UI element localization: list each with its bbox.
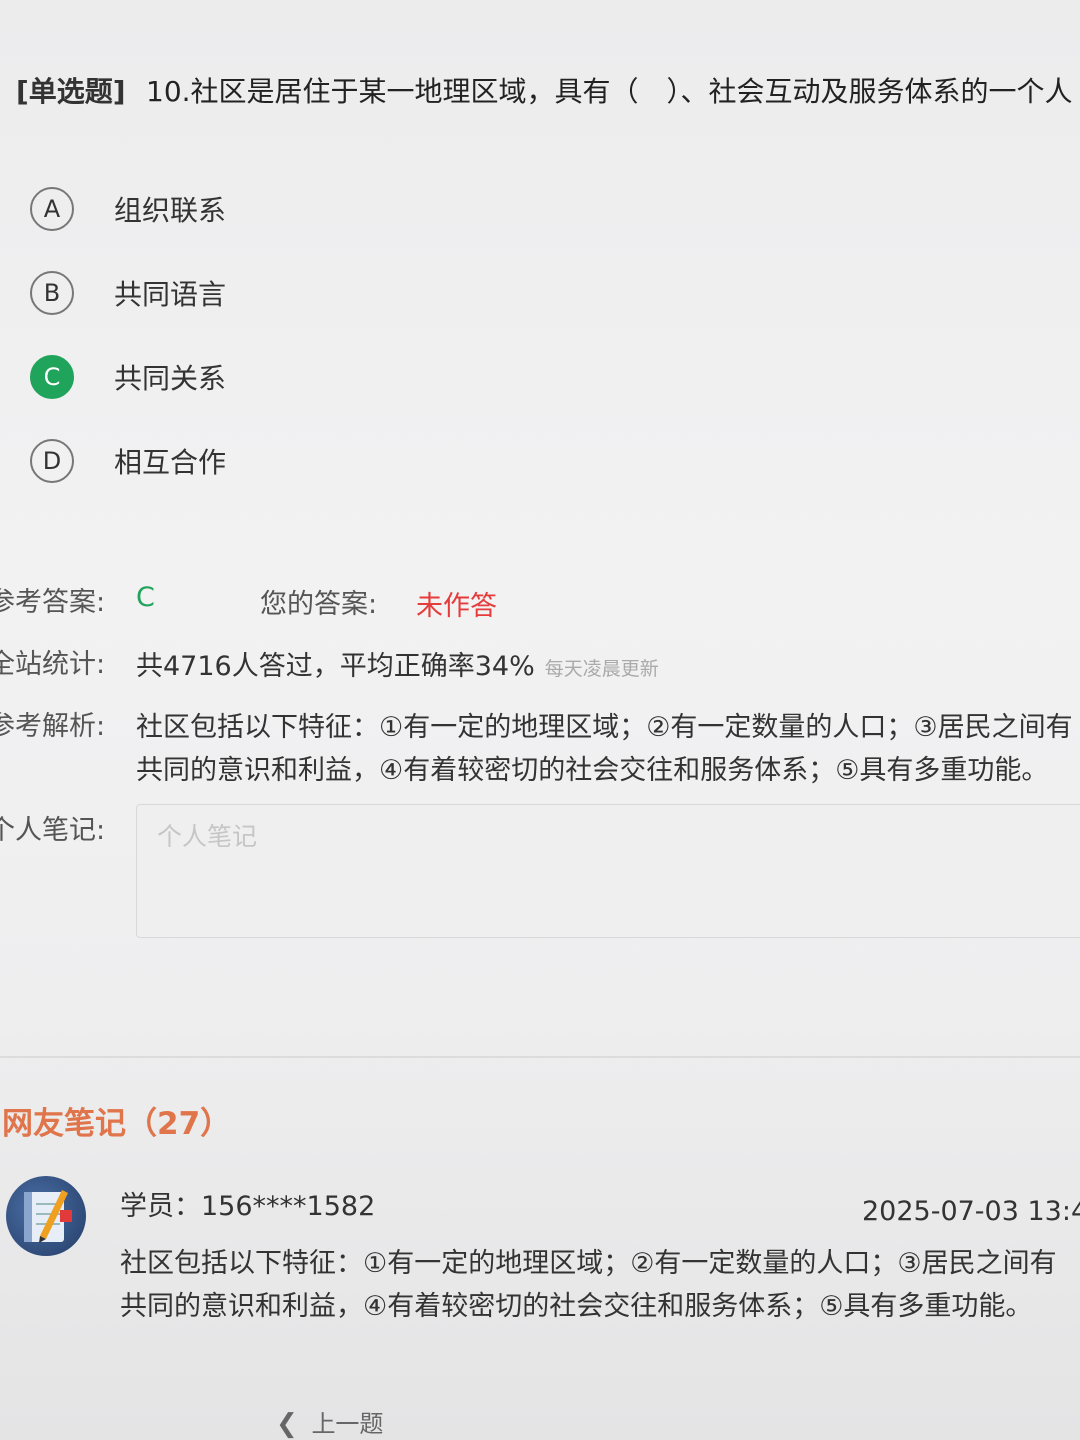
option-c-text: 共同关系 <box>114 362 227 395</box>
question-text: 10.社区是居住于某一地理区域，具有（ ）、社会互动及服务体系的一个人 <box>146 75 1073 108</box>
option-c[interactable]: C 共同关系 <box>30 352 226 402</box>
chevron-left-icon: ❮ <box>276 1409 298 1439</box>
personal-notes-input[interactable] <box>136 804 1080 938</box>
site-stats-label: 全站统计: <box>0 649 106 680</box>
note-timestamp: 2025-07-03 13:4 <box>862 1196 1080 1227</box>
reference-answer-label: 参考答案: <box>0 587 106 618</box>
option-d-text: 相互合作 <box>114 446 227 479</box>
option-a-text: 组织联系 <box>114 194 227 227</box>
your-answer-label: 您的答案: <box>260 589 378 620</box>
prev-question-label: 上一题 <box>311 1410 384 1438</box>
personal-notes-label: 个人笔记: <box>0 815 106 846</box>
note-author: 学员：156****1582 <box>120 1191 376 1222</box>
question-type-label: [单选题] <box>16 75 126 108</box>
analysis-text: 社区包括以下特征：①有一定的地理区域；②有一定数量的人口；③居民之间有共同的意识… <box>136 712 1073 786</box>
friends-notes-title: 网友笔记（27） <box>2 1106 232 1142</box>
option-b[interactable]: B 共同语言 <box>30 268 226 318</box>
analysis-label: 参考解析: <box>0 711 106 742</box>
site-stats-text: 共4716人答过，平均正确率34% <box>136 651 535 682</box>
avatar[interactable] <box>6 1176 86 1256</box>
your-answer-value: 未作答 <box>416 591 497 622</box>
site-stats: 共4716人答过，平均正确率34% 每天凌晨更新 <box>136 644 659 683</box>
prev-question-button[interactable]: ❮ 上一题 <box>276 1404 383 1439</box>
option-b-text: 共同语言 <box>114 278 227 311</box>
section-divider <box>0 1056 1080 1058</box>
option-b-letter: B <box>30 271 74 315</box>
option-a-letter: A <box>30 187 74 231</box>
option-c-letter: C <box>30 355 74 399</box>
note-text: 社区包括以下特征：①有一定的地理区域；②有一定数量的人口；③居民之间有共同的意识… <box>120 1248 1057 1322</box>
option-d[interactable]: D 相互合作 <box>30 436 226 486</box>
reference-answer-value: C <box>136 582 155 613</box>
option-d-letter: D <box>30 439 74 483</box>
site-stats-note: 每天凌晨更新 <box>544 658 659 680</box>
option-a[interactable]: A 组织联系 <box>30 184 226 234</box>
notebook-pencil-icon <box>24 1190 72 1243</box>
